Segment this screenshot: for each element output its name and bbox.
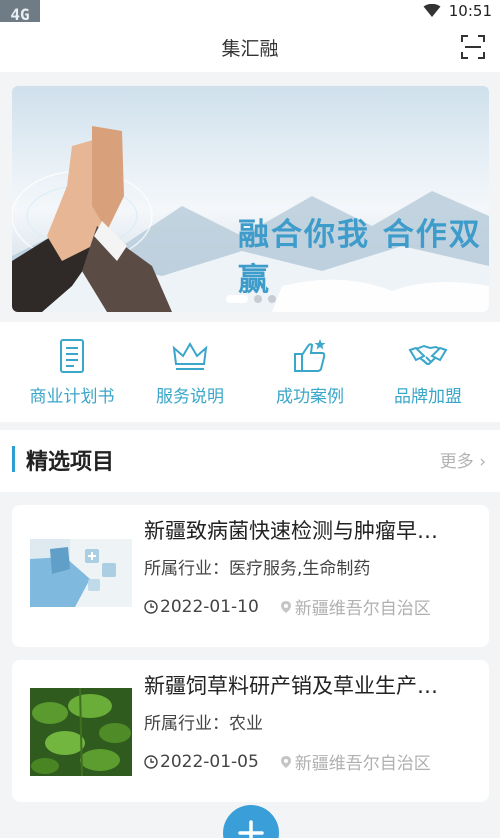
project-location-text: 新疆维吾尔自治区 <box>294 754 431 774</box>
project-date-text: 2022-01-05 <box>160 751 259 772</box>
chevron-right-icon: › <box>473 452 486 472</box>
scan-icon[interactable] <box>460 34 486 60</box>
carousel-dot[interactable] <box>268 295 276 303</box>
project-thumbnail <box>30 539 132 607</box>
location-pin-icon <box>280 600 291 613</box>
menu-label: 服务说明 <box>156 387 224 407</box>
project-location: 新疆维吾尔自治区 <box>279 749 431 774</box>
project-title: 新疆饲草料研产销及草业生产… <box>144 674 438 698</box>
status-right: 10:51 <box>423 0 492 22</box>
location-pin-icon <box>280 755 291 768</box>
carousel-dot-active[interactable] <box>226 295 248 303</box>
project-card[interactable]: 新疆致病菌快速检测与肿瘤早… 所属行业：医疗服务,生命制药 2022-01-10… <box>12 505 489 647</box>
project-date: 2022-01-05 <box>144 749 259 774</box>
add-button[interactable] <box>223 805 279 838</box>
project-meta: 2022-01-10 新疆维吾尔自治区 <box>144 594 431 619</box>
menu-label: 成功案例 <box>276 387 344 407</box>
clock-icon <box>144 599 158 614</box>
nav-bar: 集汇融 <box>0 22 500 72</box>
menu-item-cases[interactable]: 成功案例 <box>250 336 370 407</box>
menu-item-service[interactable]: 服务说明 <box>130 336 250 407</box>
project-location-text: 新疆维吾尔自治区 <box>294 599 431 619</box>
project-title: 新疆致病菌快速检测与肿瘤早… <box>144 519 438 543</box>
section-title: 精选项目 <box>26 450 115 475</box>
banner-carousel[interactable]: 融合你我 合作双赢 <box>12 86 489 312</box>
wifi-icon <box>423 4 441 17</box>
project-industry: 所属行业：医疗服务,生命制药 <box>144 559 371 579</box>
more-link[interactable]: 更多 › <box>440 447 486 472</box>
project-thumbnail <box>30 688 132 776</box>
thumbs-up-icon <box>294 339 326 372</box>
plus-icon <box>238 820 264 838</box>
status-time: 10:51 <box>448 2 492 20</box>
banner-slogan: 融合你我 合作双赢 <box>238 217 482 298</box>
handshake-icon <box>408 344 448 365</box>
section-header: 精选项目 更多 › <box>0 430 500 492</box>
section-accent-bar <box>12 446 15 472</box>
menu-label: 商业计划书 <box>29 387 115 407</box>
more-label: 更多 <box>439 452 474 472</box>
project-date: 2022-01-10 <box>144 594 259 619</box>
carousel-dot[interactable] <box>254 295 262 303</box>
document-icon <box>60 339 84 373</box>
carousel-indicator <box>226 294 276 304</box>
clock-icon <box>144 754 158 769</box>
page-title: 集汇融 <box>221 38 279 60</box>
project-meta: 2022-01-05 新疆维吾尔自治区 <box>144 749 431 774</box>
quick-menu: 商业计划书 服务说明 成功案例 品牌加盟 <box>0 322 500 422</box>
project-location: 新疆维吾尔自治区 <box>279 594 431 619</box>
project-industry: 所属行业：农业 <box>144 714 263 734</box>
menu-label: 品牌加盟 <box>394 387 462 407</box>
project-date-text: 2022-01-10 <box>160 596 259 617</box>
project-card[interactable]: 新疆饲草料研产销及草业生产… 所属行业：农业 2022-01-05 新疆维吾尔自… <box>12 660 489 802</box>
menu-item-franchise[interactable]: 品牌加盟 <box>368 336 488 407</box>
crown-icon <box>172 342 208 370</box>
menu-item-business-plan[interactable]: 商业计划书 <box>12 336 132 407</box>
